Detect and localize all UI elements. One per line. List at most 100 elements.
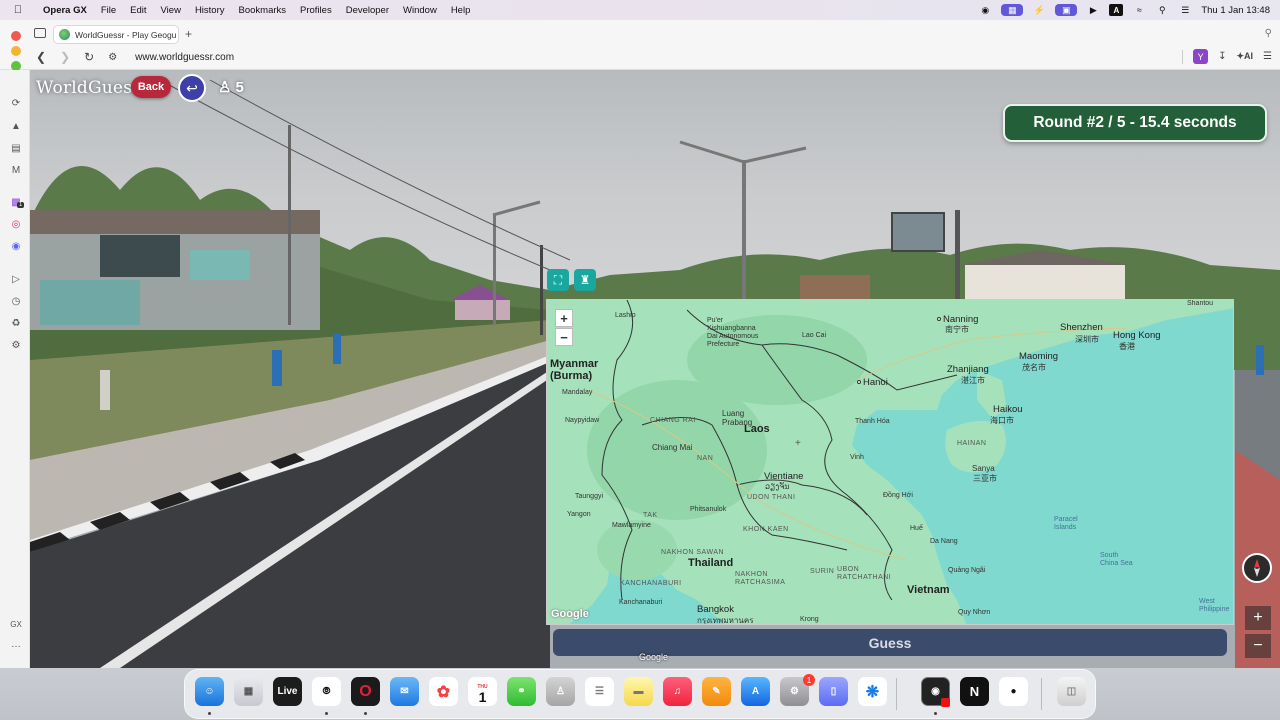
finder-running-dot [208,712,211,715]
tray-face-icon[interactable]: ◉ [978,4,992,16]
compass-needle [1254,559,1260,577]
calendar-icon[interactable]: THU 1 [468,677,497,706]
label-nan: NAN [697,455,714,462]
close-window-button[interactable] [11,31,21,41]
instagram-icon[interactable]: ◎ [10,218,22,230]
browser-tab-worldguessr[interactable]: WorldGuessr - Play Geogu [53,25,179,44]
back-arrow-icon[interactable]: ❮ [36,50,46,64]
menu-history[interactable]: History [188,5,232,16]
street-view-panorama[interactable]: WorldGuessr Back ↩ ♙ 5 Round #2 / 5 - 15… [30,70,1280,668]
label-yangon: Yangon [567,511,591,518]
settings-gear-icon[interactable]: ⚙ [10,339,22,351]
app-store-icon[interactable]: A [741,677,770,706]
menu-bookmarks[interactable]: Bookmarks [232,5,294,16]
clapper-icon[interactable]: ▤ [10,142,22,154]
ableton-live-icon[interactable]: Live [273,677,302,706]
menu-profiles[interactable]: Profiles [293,5,339,16]
label-paracel: Paracel Islands [1054,516,1078,531]
gx-label[interactable]: GX [10,618,22,630]
tab-search-icon[interactable]: ⚲ [1265,28,1272,39]
sidebar-more-icon[interactable]: … [10,638,22,650]
tray-input-icon[interactable]: A [1109,4,1124,16]
menu-window[interactable]: Window [396,5,444,16]
tab-overview-icon[interactable] [34,28,46,38]
label-da-nang: Da Nang [930,538,958,545]
discord-icon[interactable]: ◉ [10,240,22,252]
safari-icon[interactable]: ❋ [858,677,887,706]
worldguessr-favicon-icon [59,29,70,40]
label-quy-nhon: Quy Nhơn [958,609,991,616]
expand-map-button[interactable]: ⛶ [547,269,569,291]
simulator-icon[interactable]: ▯ [819,677,848,706]
menu-edit[interactable]: Edit [123,5,153,16]
label-chiang-mai: Chiang Mai [652,443,693,452]
extension-icon[interactable]: Y [1193,49,1209,64]
download-icon[interactable]: ↧ [1218,51,1226,62]
twitch-badge: 1 [17,202,25,208]
new-tab-button[interactable]: + [185,27,192,41]
forward-arrow-icon[interactable]: ❯ [60,50,70,64]
opera-gx-icon[interactable]: O [351,677,380,706]
guess-map[interactable]: + − Myanmar (Burma) Laos Thailand Vietna… [546,299,1234,625]
ai-label: AI [1244,51,1254,61]
label-hanoi: Hanoi [857,377,888,388]
compass-icon[interactable] [1242,553,1272,583]
pin-map-button[interactable]: ♜ [574,269,596,291]
street-zoom-out-button[interactable]: − [1245,634,1271,658]
finder-icon[interactable]: ☺ [195,677,224,706]
reminders-icon[interactable]: ☰ [585,677,614,706]
menu-view[interactable]: View [154,5,188,16]
tray-bolt-icon[interactable]: ⚡ [1032,4,1046,16]
wifi-icon[interactable]: ≈ [1132,4,1146,16]
music-icon[interactable]: ♫ [663,677,692,706]
url-field[interactable]: www.worldguessr.com [135,52,234,63]
photos-icon[interactable]: ✿ [429,677,458,706]
linear-running-dot [325,712,328,715]
label-myanmar: Myanmar (Burma) [550,358,599,382]
notes-icon[interactable]: ▬ [624,677,653,706]
gx-control-icon[interactable]: ⟳ [10,97,22,109]
history-clock-icon[interactable]: ◷ [10,295,22,307]
macos-dock: ☺ ▦ Live ⦾ O ✉ ✿ THU 1 ⚭ ♙ ☰ ▬ ♫ ✎ A ⚙ 1… [184,669,1096,719]
mail-icon[interactable]: ✉ [390,677,419,706]
return-arrow-button[interactable]: ↩ [178,74,206,102]
player-icon[interactable]: ▷ [10,273,22,285]
menu-help[interactable]: Help [444,5,478,16]
contacts-icon[interactable]: ♙ [546,677,575,706]
menu-developer[interactable]: Developer [339,5,396,16]
menu-file[interactable]: File [94,5,123,16]
label-vietnam: Vietnam [907,584,950,596]
ai-button[interactable]: ✦AI [1236,51,1253,62]
spotlight-search-icon[interactable]: ⚲ [1155,4,1169,16]
opera-running-dot [364,712,367,715]
tray-screen-icon[interactable]: ▦ [1001,4,1024,16]
extensions-puzzle-icon[interactable]: ♻ [10,317,22,329]
control-center-icon[interactable]: ☰ [1178,4,1192,16]
gx-corner-icon[interactable]: ▲ [10,120,22,132]
google-maps-logo: Google [551,608,589,620]
back-button[interactable]: Back [131,76,171,98]
linear-app-icon[interactable]: ⦾ [312,677,341,706]
pages-icon[interactable]: ✎ [702,677,731,706]
tray-window-icon[interactable]: ▣ [1055,4,1078,16]
menu-app-name[interactable]: Opera GX [36,5,94,16]
minimize-window-button[interactable] [11,46,21,56]
menu-clock[interactable]: Thu 1 Jan 13:48 [1201,5,1270,16]
trash-icon[interactable]: ◫ [1057,677,1086,706]
tray-play-icon[interactable]: ▶ [1086,4,1100,16]
street-zoom-in-button[interactable]: + [1245,606,1271,630]
gmail-icon[interactable]: M [10,164,22,176]
easy-setup-icon[interactable]: ☰ [1263,51,1272,62]
map-zoom-in-button[interactable]: + [555,309,573,327]
notion-icon[interactable]: N [960,677,989,706]
label-hongkong: Hong Kong [1113,330,1161,341]
messages-icon[interactable]: ⚭ [507,677,536,706]
reload-icon[interactable]: ↻ [84,50,94,64]
return-arrow-icon: ↩ [186,79,198,96]
launchpad-icon[interactable]: ▦ [234,677,263,706]
map-zoom-out-button[interactable]: − [555,328,573,346]
apple-menu-icon[interactable]:  [0,4,36,16]
obs-recording-badge [941,698,950,707]
site-settings-icon[interactable]: ⚙ [108,52,117,63]
gamepad-icon[interactable]: ● [999,677,1028,706]
